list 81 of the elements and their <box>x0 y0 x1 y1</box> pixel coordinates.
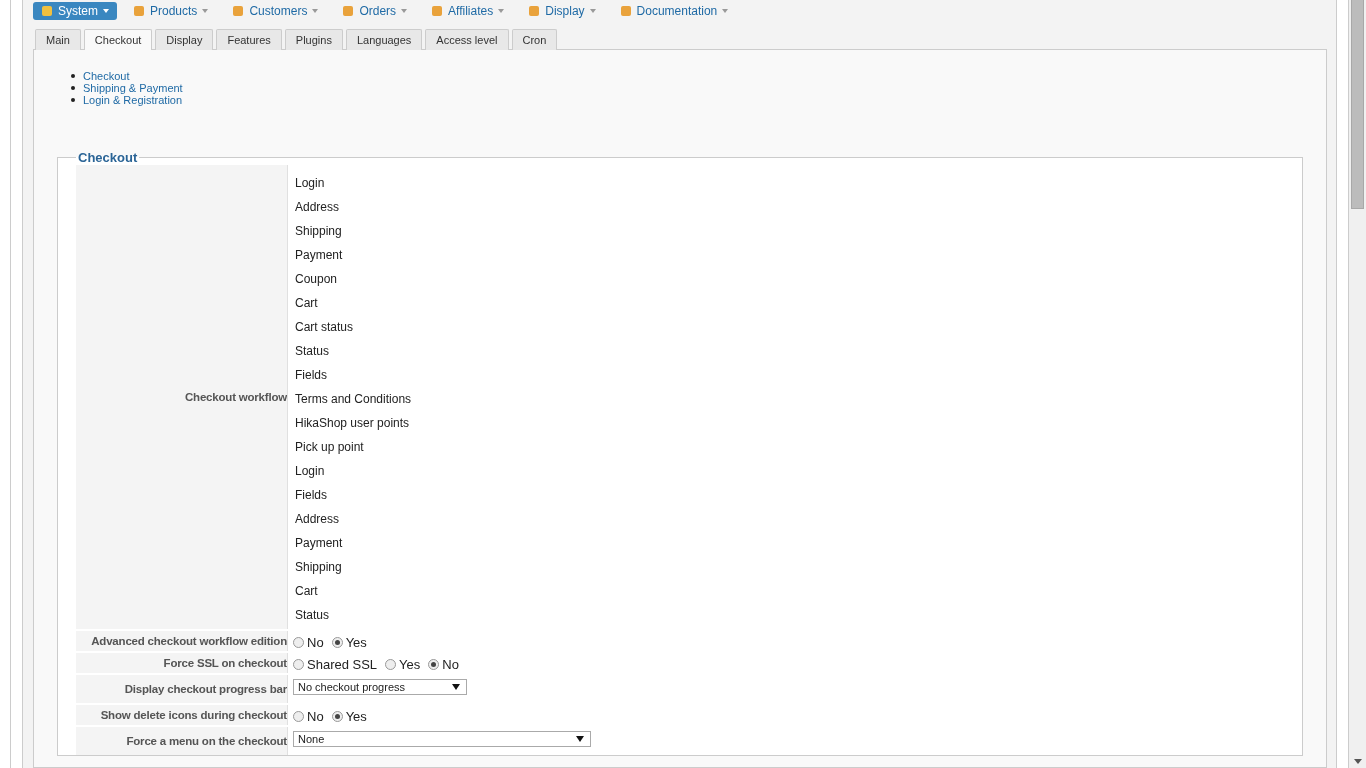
radio-label: Yes <box>345 709 367 724</box>
field-label: Checkout workflow <box>76 165 287 629</box>
caret-icon <box>589 9 596 13</box>
tab[interactable]: Access level <box>425 29 509 50</box>
radio-button[interactable] <box>385 659 397 670</box>
caret-icon <box>312 9 319 13</box>
radio-label: No <box>307 709 324 724</box>
bullet-icon <box>71 86 75 90</box>
down-arrow-icon[interactable] <box>1353 759 1362 764</box>
section-link[interactable]: Checkout <box>83 70 130 82</box>
menu-item[interactable]: Documentation <box>611 2 737 20</box>
menu-label: Affiliates <box>448 4 494 18</box>
menu-item[interactable]: System <box>33 2 117 20</box>
menu-label: Orders <box>359 4 397 18</box>
radio-button[interactable] <box>428 659 440 670</box>
caret-icon <box>103 9 109 13</box>
section-link[interactable]: Login & Registration <box>83 94 183 106</box>
field-label: Advanced checkout workflow edition <box>76 631 287 651</box>
menu-item[interactable]: Display <box>520 2 604 20</box>
bullet-icon <box>71 74 75 78</box>
tab[interactable]: Display <box>155 29 214 50</box>
workflow-step: Cart <box>295 579 412 603</box>
menu-label: Documentation <box>636 4 718 18</box>
radio-button[interactable] <box>293 711 304 722</box>
tab[interactable]: Checkout <box>83 29 153 50</box>
workflow-step: Payment <box>295 243 412 267</box>
menu-item[interactable]: Affiliates <box>423 2 513 20</box>
radio-label: No <box>307 635 324 650</box>
field-label: Show delete icons during checkout <box>76 705 287 725</box>
workflow-step: Fields <box>295 483 412 507</box>
workflow-step: Login <box>295 171 412 195</box>
field-label: Force a menu on the checkout <box>76 727 287 755</box>
workflow-step: HikaShop user points <box>295 411 412 435</box>
workflow-step: Address <box>295 507 412 531</box>
caret-icon <box>401 9 408 13</box>
dropdown-arrow-icon <box>576 736 584 742</box>
dropdown[interactable]: No checkout progress <box>293 679 467 695</box>
caret-icon <box>202 9 209 13</box>
dropdown-arrow-icon <box>452 684 460 690</box>
field-label: Display checkout progress bar <box>76 675 287 703</box>
workflow-step: Shipping <box>295 555 412 579</box>
workflow-step: Status <box>295 603 412 627</box>
workflow-step: Payment <box>295 531 412 555</box>
workflow-step: Shipping <box>295 219 412 243</box>
menu-label: Customers <box>249 4 308 18</box>
workflow-step: Login <box>295 459 412 483</box>
workflow-step: Fields <box>295 363 412 387</box>
tab[interactable]: Cron <box>511 29 558 50</box>
radio-label: Yes <box>345 635 367 650</box>
tab[interactable]: Plugins <box>284 29 343 50</box>
tab[interactable]: Features <box>216 29 282 50</box>
scrollbar[interactable] <box>1349 0 1366 768</box>
workflow-step: Terms and Conditions <box>295 387 412 411</box>
tab[interactable]: Languages <box>345 29 423 50</box>
radio-button[interactable] <box>331 711 343 722</box>
tab[interactable]: Main <box>35 29 81 50</box>
menu-item[interactable]: Customers <box>224 2 327 20</box>
field-label: Force SSL on checkout <box>76 653 287 673</box>
menu-item[interactable]: Products <box>125 2 217 20</box>
caret-icon <box>722 9 729 13</box>
caret-icon <box>498 9 505 13</box>
radio-label: Yes <box>399 657 421 672</box>
menu-label: Products <box>150 4 198 18</box>
workflow-step: Pick up point <box>295 435 412 459</box>
section-link[interactable]: Shipping & Payment <box>83 82 183 94</box>
workflow-step: Cart <box>295 291 412 315</box>
workflow-step: Address <box>295 195 412 219</box>
radio-button[interactable] <box>331 637 343 648</box>
workflow-step: Cart status <box>295 315 412 339</box>
menu-label: System <box>58 4 98 18</box>
radio-button[interactable] <box>293 659 304 670</box>
radio-button[interactable] <box>293 637 304 648</box>
menu-label: Display <box>545 4 585 18</box>
dropdown[interactable]: None <box>293 731 591 747</box>
menu-item[interactable]: Orders <box>334 2 416 20</box>
radio-label: No <box>442 657 459 672</box>
fieldset-legend: Checkout <box>76 150 140 165</box>
workflow-step: Coupon <box>295 267 412 291</box>
workflow-step: Status <box>295 339 412 363</box>
radio-label: Shared SSL <box>307 657 378 672</box>
bullet-icon <box>71 98 75 102</box>
